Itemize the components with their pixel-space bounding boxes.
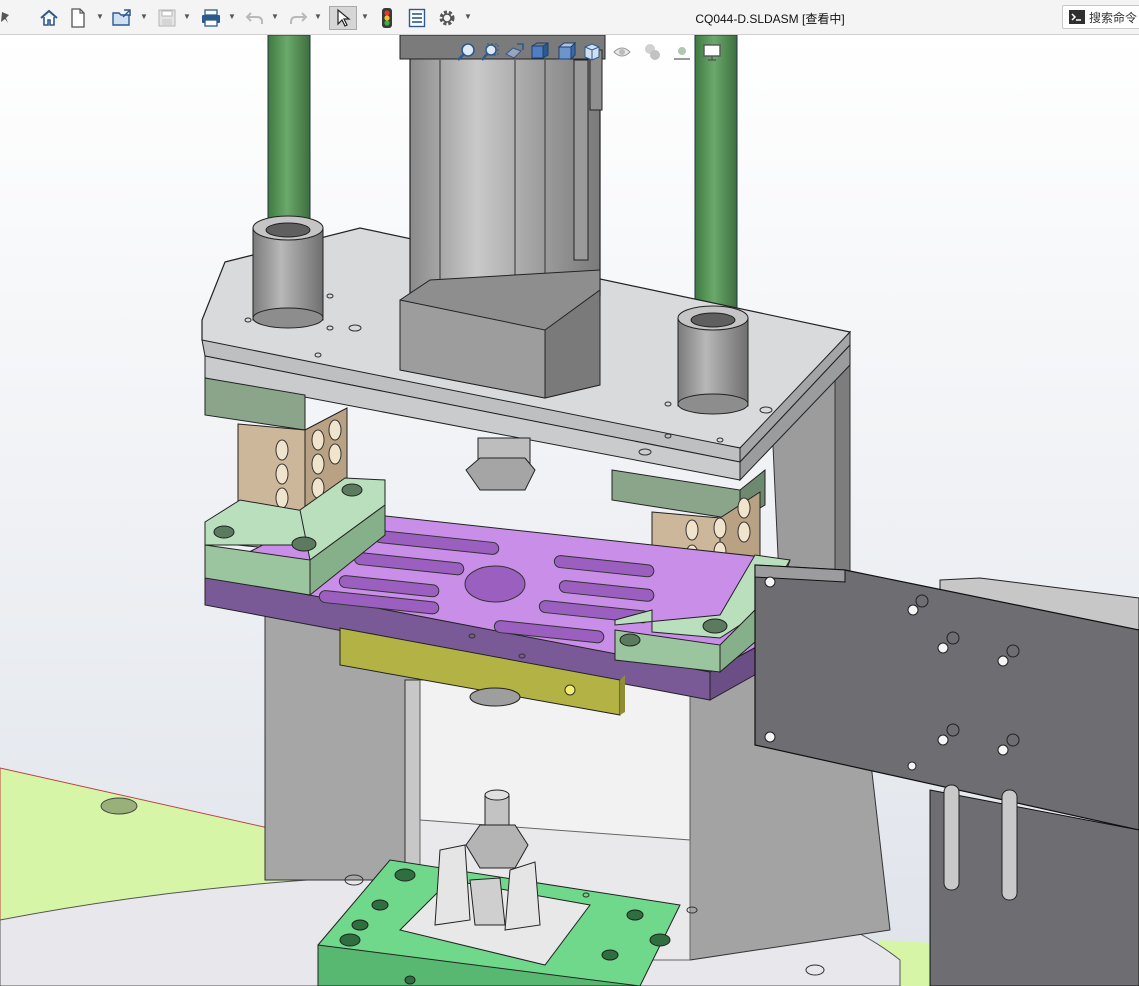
view-orientation-icon[interactable] xyxy=(581,41,611,65)
file-properties-button[interactable] xyxy=(406,6,428,30)
monitor-icon[interactable] xyxy=(701,41,731,65)
save-dropdown[interactable]: ▼ xyxy=(183,12,191,22)
graphics-area[interactable] xyxy=(0,35,1139,986)
undo-button[interactable] xyxy=(244,6,266,30)
gear-icon xyxy=(439,10,455,26)
previous-view-icon[interactable] xyxy=(503,41,529,65)
open-folder-icon xyxy=(112,9,131,26)
save-icon xyxy=(158,9,176,27)
assembly-model[interactable] xyxy=(0,35,1139,986)
new-document-button[interactable] xyxy=(68,6,88,30)
traffic-light-icon xyxy=(382,8,392,28)
new-document-dropdown[interactable]: ▼ xyxy=(96,12,104,22)
redo-dropdown[interactable]: ▼ xyxy=(314,12,322,22)
home-button[interactable] xyxy=(38,6,60,30)
heads-up-view-toolbar xyxy=(455,40,785,66)
redo-icon xyxy=(290,12,308,24)
air-cylinder xyxy=(399,35,606,399)
print-icon xyxy=(202,9,220,27)
open-dropdown[interactable]: ▼ xyxy=(140,12,148,22)
select-dropdown[interactable]: ▼ xyxy=(361,12,369,22)
scene-icon[interactable] xyxy=(671,41,701,65)
select-button[interactable] xyxy=(329,6,357,30)
rebuild-button[interactable] xyxy=(378,6,396,30)
redo-button[interactable] xyxy=(287,6,309,30)
appearance-icon[interactable] xyxy=(641,41,671,65)
pin-icon[interactable] xyxy=(0,6,12,30)
save-button[interactable] xyxy=(156,6,178,30)
zoom-to-fit-icon[interactable] xyxy=(455,41,479,65)
search-commands-label: 搜索命令 xyxy=(1089,10,1138,25)
options-dropdown[interactable]: ▼ xyxy=(464,12,472,22)
file-properties-icon xyxy=(408,8,426,28)
window-title: CQ044-D.SLDASM [查看中] xyxy=(695,12,845,26)
zoom-to-area-icon[interactable] xyxy=(479,41,503,65)
main-toolbar: ▼ ▼ ▼ ▼ ▼ ▼ ▼ ▼ CQ044-D.SLDASM [查看中] 搜索命… xyxy=(0,0,1139,35)
options-button[interactable] xyxy=(436,6,458,30)
new-document-icon xyxy=(71,8,85,28)
select-cursor-icon xyxy=(337,8,351,27)
print-dropdown[interactable]: ▼ xyxy=(228,12,236,22)
print-button[interactable] xyxy=(199,6,223,30)
search-commands-field[interactable]: 搜索命令 xyxy=(1062,5,1139,29)
home-icon xyxy=(40,9,58,26)
display-style-icon[interactable] xyxy=(611,41,641,65)
undo-dropdown[interactable]: ▼ xyxy=(271,12,279,22)
command-prompt-icon xyxy=(1069,10,1085,24)
section-view-icon[interactable] xyxy=(529,41,555,65)
undo-icon xyxy=(245,12,263,24)
dynamic-annotation-icon[interactable] xyxy=(555,41,581,65)
open-button[interactable] xyxy=(110,6,134,30)
